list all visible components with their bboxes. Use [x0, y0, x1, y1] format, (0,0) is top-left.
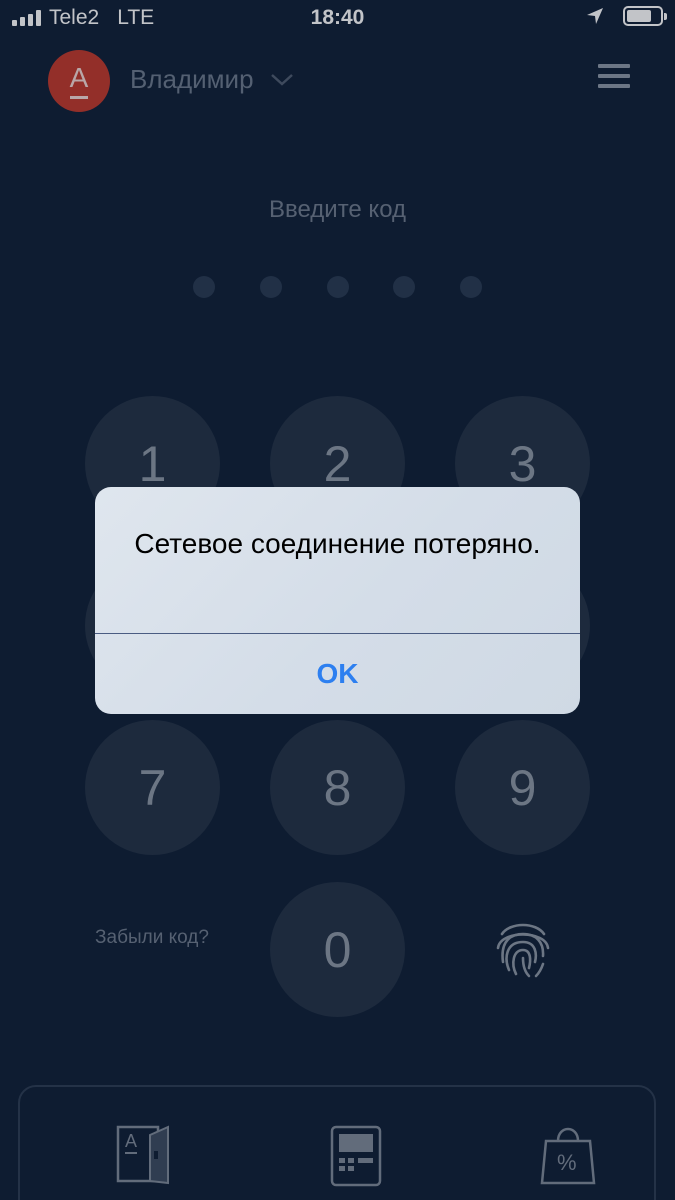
- alert-message: Сетевое соединение потеряно.: [134, 528, 541, 559]
- network-error-alert: Сетевое соединение потеряно. OK: [95, 487, 580, 714]
- alert-ok-button[interactable]: OK: [95, 634, 580, 714]
- pin-screen: Tele2 LTE 18:40 А Владимир Введите код 1…: [0, 0, 675, 1200]
